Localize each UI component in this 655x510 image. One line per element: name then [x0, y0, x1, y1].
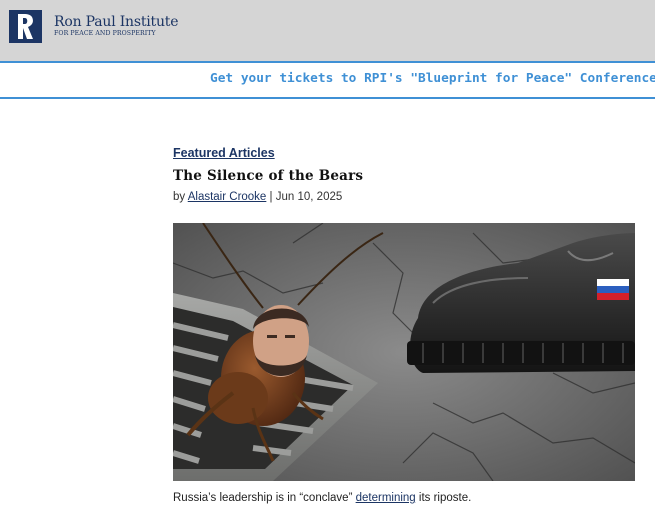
featured-articles-link[interactable]: Featured Articles [173, 146, 275, 160]
caption-link[interactable]: determining [356, 492, 416, 504]
site-logo[interactable]: Ron Paul Institute FOR PEACE AND PROSPER… [9, 10, 179, 43]
byline-prefix: by [173, 191, 186, 203]
rpi-logo-icon [9, 10, 42, 43]
banner-text[interactable]: Get your tickets to RPI's "Blueprint for… [210, 71, 655, 86]
logo-name: Ron Paul Institute [54, 14, 179, 30]
caption-text-start: Russia’s leadership is in “conclave” [173, 492, 353, 504]
site-header: Ron Paul Institute FOR PEACE AND PROSPER… [0, 0, 655, 61]
announcement-banner[interactable]: Get your tickets to RPI's "Blueprint for… [0, 61, 655, 99]
article-byline: by Alastair Crooke | Jun 10, 2025 [173, 191, 342, 203]
author-link[interactable]: Alastair Crooke [188, 191, 267, 203]
caption-text-end: its riposte. [418, 492, 472, 504]
article-caption: Russia’s leadership is in “conclave” det… [173, 492, 471, 504]
article-title[interactable]: The Silence of the Bears [173, 168, 363, 184]
logo-tagline: FOR PEACE AND PROSPERITY [54, 30, 156, 37]
article-date: Jun 10, 2025 [275, 191, 343, 203]
article-hero-image[interactable] [173, 223, 635, 481]
byline-separator: | [269, 191, 273, 203]
logo-text: Ron Paul Institute FOR PEACE AND PROSPER… [54, 14, 179, 38]
